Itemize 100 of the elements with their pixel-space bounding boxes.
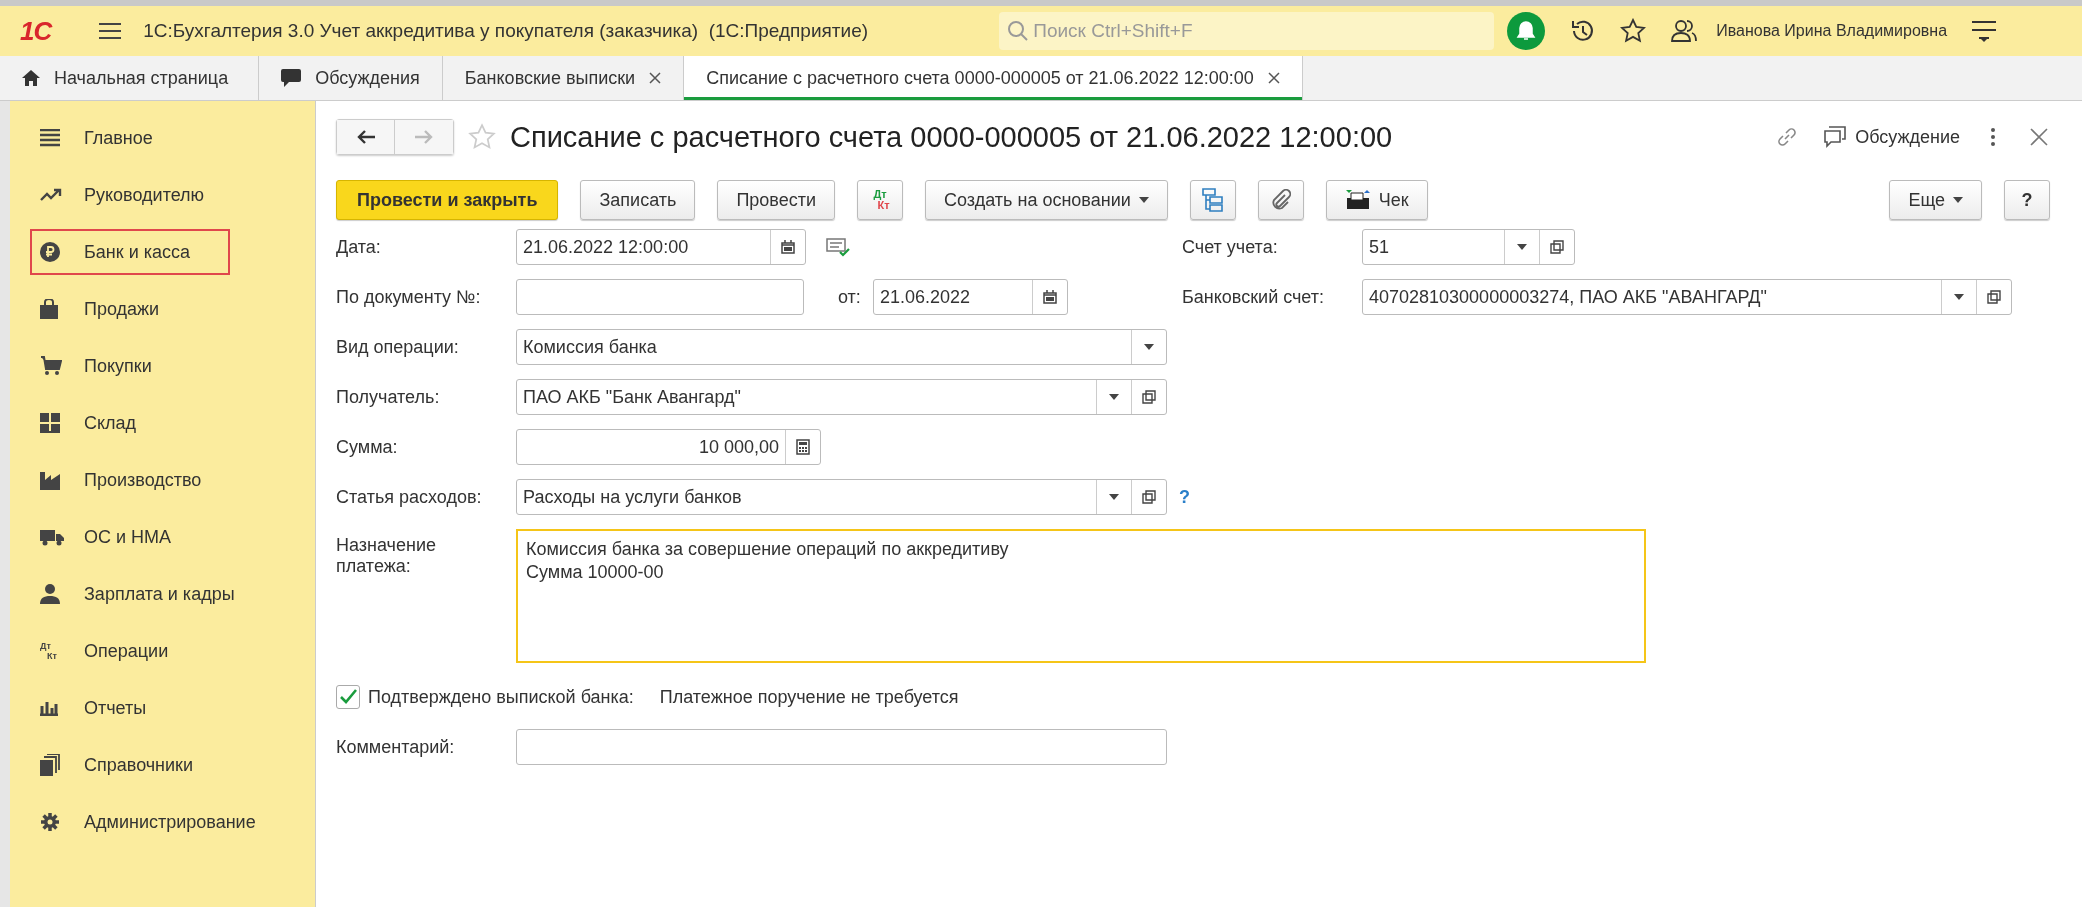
back-button[interactable] xyxy=(337,120,395,154)
home-icon xyxy=(22,70,40,86)
select-field[interactable]: Расходы на услуги банков xyxy=(516,479,1167,515)
paperclip-icon xyxy=(1270,189,1291,211)
sidebar-item[interactable]: Администрирование xyxy=(30,799,268,845)
sidebar-item[interactable]: Справочники xyxy=(30,742,230,788)
calendar-icon xyxy=(781,240,795,254)
close-icon[interactable] xyxy=(649,72,662,84)
chat-icon xyxy=(1823,126,1848,148)
list-icon xyxy=(40,129,60,147)
more-icon[interactable] xyxy=(1990,127,1996,147)
caret-icon xyxy=(1517,244,1527,250)
caret-icon xyxy=(1109,494,1119,500)
sidebar-item[interactable]: Банк и касса xyxy=(30,229,230,275)
debit-credit-icon: Дт Кт xyxy=(40,641,57,661)
toolbar-button[interactable]: Записать xyxy=(580,180,696,220)
truck-icon xyxy=(40,528,64,546)
bell-icon[interactable] xyxy=(1506,11,1547,51)
cart-icon xyxy=(40,356,62,376)
text-line: Комиссия банка за совершение операций по аккредитиву xyxy=(526,539,1009,560)
field-label: Статья расходов: xyxy=(336,486,483,508)
account-field[interactable]: 51 xyxy=(1362,229,1575,265)
logo: 1С xyxy=(20,15,52,47)
close-icon[interactable] xyxy=(2030,128,2048,146)
tab[interactable]: Обсуждения xyxy=(259,56,443,100)
help-button[interactable]: ? xyxy=(2004,180,2050,220)
field-label: Счет учета: xyxy=(1182,236,1279,258)
field-label: Банковский счет: xyxy=(1182,286,1326,308)
caret-icon xyxy=(1144,344,1154,350)
payment-purpose-field[interactable]: Комиссия банка за совершение операций по аккредитиву Сумма 10000-00 xyxy=(516,529,1646,663)
field-label: По документу №: xyxy=(336,286,482,308)
window-title: 1С:Бухгалтерия 3.0 Учет аккредитива у покупателя (заказчика) (1С:Предприятие) xyxy=(143,20,870,42)
caret-icon xyxy=(1109,394,1119,400)
help-link[interactable]: ? xyxy=(1179,486,1190,508)
users-icon[interactable] xyxy=(1670,18,1699,44)
arrow-left-icon xyxy=(356,130,375,144)
structure-icon xyxy=(1201,188,1224,212)
date-field[interactable]: 21.06.2022 xyxy=(872,279,1068,315)
books-icon xyxy=(40,754,60,776)
sidebar-item[interactable]: Главное xyxy=(30,115,230,161)
receipt-button[interactable]: Чек xyxy=(1325,180,1428,220)
user-name[interactable]: Иванова Ирина Владимировна xyxy=(1716,22,1948,40)
select-field[interactable]: Комиссия банка xyxy=(516,329,1167,365)
gear-icon xyxy=(40,812,60,832)
select-field[interactable]: 10 000,00 xyxy=(516,429,821,465)
caret-icon xyxy=(1953,197,1963,203)
sidebar-item[interactable]: Отчеты xyxy=(30,685,230,731)
tab[interactable]: Списание с расчетного счета 0000-000005 от 21.06.2022 12:00:00 xyxy=(684,56,1303,100)
sidebar-item[interactable]: Покупки xyxy=(30,343,230,389)
person-icon xyxy=(40,584,60,604)
windows-icon xyxy=(1550,240,1564,254)
search-icon xyxy=(1007,20,1030,42)
structure-button[interactable] xyxy=(1189,180,1236,220)
sidebar-item[interactable]: Зарплата и кадры xyxy=(30,571,247,617)
document-number-field[interactable] xyxy=(516,279,804,315)
sidebar-item[interactable]: Дт Кт Операции xyxy=(30,628,230,674)
field-label: Дата: xyxy=(336,236,382,258)
field-label: от: xyxy=(838,286,861,308)
checkbox-label[interactable]: Подтверждено выпиской банка: xyxy=(368,686,634,708)
create-based-on-button[interactable]: Создать на основании xyxy=(925,180,1168,220)
payment-note: Платежное поручение не требуется xyxy=(659,686,959,708)
sidebar-item[interactable]: Руководителю xyxy=(30,172,230,218)
bag-icon xyxy=(40,299,58,319)
windows-icon xyxy=(1987,290,2001,304)
document-check-icon[interactable] xyxy=(826,237,850,257)
bank-account-field[interactable]: 40702810300000003274, ПАО АКБ "АВАНГАРД" xyxy=(1362,279,2012,315)
comment-field[interactable] xyxy=(516,729,1167,765)
calculator-icon xyxy=(796,439,810,455)
menu-icon[interactable] xyxy=(1971,19,1998,43)
caret-icon xyxy=(1954,294,1964,300)
debit-credit-button[interactable]: Дт Кт xyxy=(857,180,904,220)
attachment-button[interactable] xyxy=(1257,180,1304,220)
more-button[interactable]: Еще xyxy=(1889,180,1982,220)
text-line: Сумма 10000-00 xyxy=(526,562,664,583)
post-and-close-button[interactable]: Провести и закрыть xyxy=(336,180,559,220)
caret-icon xyxy=(1138,197,1149,203)
printer-icon xyxy=(1344,189,1371,211)
sidebar-item[interactable]: ОС и НМА xyxy=(30,514,230,560)
tab[interactable]: Начальная страница xyxy=(0,56,260,100)
checkbox[interactable] xyxy=(336,685,360,709)
search-field[interactable]: Поиск Ctrl+Shift+F xyxy=(999,12,1495,50)
document-title: Списание с расчетного счета 0000-000005 от 21.06.2022 12:00:00 xyxy=(510,120,1394,154)
discussion-button[interactable]: Обсуждение xyxy=(1823,126,1960,148)
star-icon[interactable] xyxy=(1620,18,1647,44)
select-field[interactable]: ПАО АКБ "Банк Авангард" xyxy=(516,379,1167,415)
sidebar-item[interactable]: Склад xyxy=(30,400,230,446)
toolbar-button[interactable]: Провести xyxy=(717,180,836,220)
close-icon[interactable] xyxy=(1267,72,1280,84)
grid-icon xyxy=(40,413,60,433)
field-label: Вид операции: xyxy=(336,336,460,358)
calendar-icon xyxy=(1042,290,1057,304)
trend-icon xyxy=(40,188,62,202)
date-field[interactable]: 21.06.2022 12:00:00 xyxy=(516,229,806,265)
field-label: Назначение платежа: xyxy=(336,535,437,577)
menu-icon[interactable] xyxy=(99,22,122,40)
sidebar-item[interactable]: Продажи xyxy=(30,286,230,332)
sidebar-item[interactable]: Производство xyxy=(30,457,230,503)
field-label: Комментарий: xyxy=(336,736,456,758)
factory-icon xyxy=(40,470,60,490)
chat-icon xyxy=(281,69,302,87)
